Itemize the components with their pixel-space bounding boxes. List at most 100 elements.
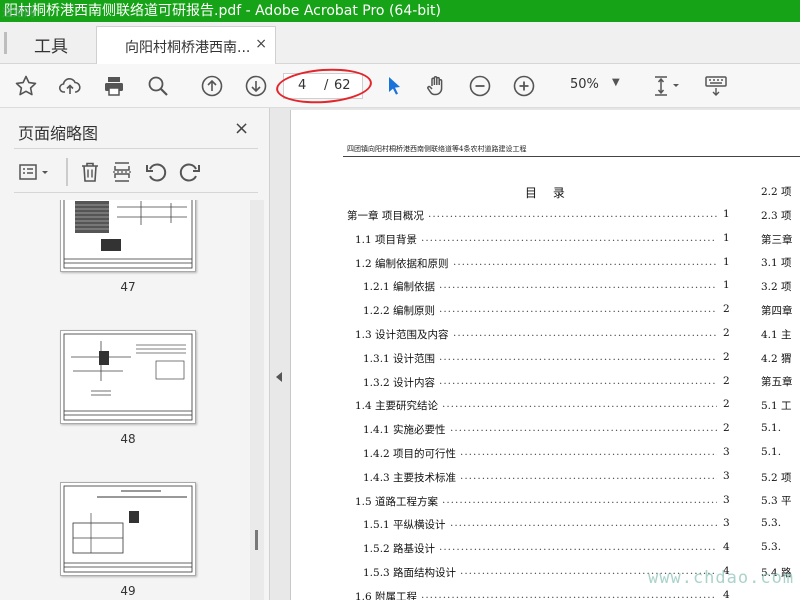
toc-entry[interactable]: 1.6 附属工程................................… [291,589,800,600]
toc-right-column-entry: 3.2 项 [761,281,792,294]
toc-entry[interactable]: 第一章 项目概况................................… [291,208,800,224]
toc-right-column-entry: 4.1 主 [761,328,792,341]
toc-entry[interactable]: 1.1 项目背景................................… [291,232,800,248]
toc-right-column-entry: 2.3 项 [761,209,792,222]
toc-entry-page: 2 [723,374,730,387]
thumbnail-label: 48 [120,432,136,446]
toc-leader-dots: ........................................… [450,517,717,530]
toc-entry-text: 1.3.1 设计范围 [363,352,436,365]
toc-entry-page: 2 [723,350,730,363]
toc-entry[interactable]: 1.5.2 路基设计..............................… [291,541,800,557]
toc-leader-dots: ........................................… [439,374,717,387]
toc-leader-dots: ........................................… [460,469,717,482]
toc-right-column-entry: 5.1 工 [761,400,792,413]
toc-entry-page: 3 [723,446,730,458]
panel-close-icon[interactable]: × [234,118,249,139]
panel-title: 页面缩略图 [18,124,99,143]
running-header: 四团镇向阳村桐桥港西南侧联络道等4条农村道路建设工程 [347,145,527,153]
toc-entry-page: 2 [723,327,730,339]
toc-right-column-entry: 第四章 [761,305,793,317]
fit-page-icon[interactable] [648,72,684,100]
options-menu-icon[interactable] [18,160,54,184]
select-cursor-icon[interactable] [380,72,408,100]
page-number-field[interactable]: 4 / 62 [283,73,363,99]
toc-entry-text: 1.6 附属工程 [355,590,418,600]
rotate-cw-icon[interactable] [178,160,202,184]
window-title: 阳村桐桥港西南侧联络道可研报告.pdf - Adobe Acrobat Pro … [4,3,442,19]
toc-entry[interactable]: 1.4.3 主要技术标准............................… [291,470,800,486]
rotate-ccw-icon[interactable] [144,160,168,184]
divider [66,158,68,186]
toc-right-column-entry: 3.1 项 [761,257,792,270]
thumbnail-scrollbar[interactable] [250,200,264,600]
toc-leader-dots: ........................................… [421,588,717,600]
chevron-down-icon: ▼ [612,77,620,88]
toc-leader-dots: ........................................… [453,255,717,268]
toc-entry[interactable]: 1.3.2 设计内容..............................… [291,375,800,391]
printer-icon[interactable] [100,72,128,100]
toc-entry-page: 1 [723,231,730,244]
chevron-left-icon [276,372,282,382]
scrollbar-thumb[interactable] [255,530,258,550]
tab-close-icon[interactable]: × [255,36,267,52]
page-thumbnail[interactable] [60,330,196,424]
toc-entry[interactable]: 1.3.1 设计范围..............................… [291,351,800,367]
toc-entry[interactable]: 1.2.1 编制依据..............................… [291,279,800,295]
toc-leader-dots: ........................................… [453,327,717,339]
toc-entry-text: 1.1 项目背景 [355,233,418,246]
toc-leader-dots: ........................................… [439,350,717,363]
toc-entry-page: 4 [723,588,730,600]
toc-entry-page: 2 [723,303,730,316]
thumbnails-panel: 页面缩略图 × 47 48 49 [0,108,270,600]
page-thumbnail[interactable] [60,200,196,272]
extract-pages-icon[interactable] [110,160,134,184]
star-icon[interactable] [12,72,40,100]
toc-entry[interactable]: 1.3 设计范围及内容.............................… [291,327,800,343]
page-up-icon[interactable] [198,72,226,100]
tab-bar: 工具 向阳村桐桥港西南... × [0,22,800,64]
main-toolbar: 4 / 62 50% ▼ [0,64,800,108]
document-view[interactable]: 四团镇向阳村桐桥港西南侧联络道等4条农村道路建设工程 目 录 第一章 项目概况.… [290,108,800,600]
tab-tools[interactable]: 工具 [0,22,96,64]
toc-entry-text: 1.3.2 设计内容 [363,376,436,389]
zoom-select[interactable]: 50% ▼ [556,74,626,98]
zoom-in-icon[interactable] [510,72,538,100]
page-thumbnail[interactable] [60,482,196,576]
trash-icon[interactable] [78,160,102,184]
zoom-out-icon[interactable] [466,72,494,100]
toc-entry[interactable]: 1.5 道路工程方案..............................… [291,494,800,510]
toc-entry[interactable]: 1.2.2 编制原则..............................… [291,303,800,319]
toc-right-column-entry: 5.1. [761,422,782,434]
toc-leader-dots: ........................................… [450,422,717,435]
toc-entry-page: 4 [723,541,730,554]
window-title-bar: 阳村桐桥港西南侧联络道可研报告.pdf - Adobe Acrobat Pro … [0,0,800,22]
keyboard-icon[interactable] [702,72,730,100]
toc-entry[interactable]: 1.4.2 项目的可行性............................… [291,446,800,462]
toc-leader-dots: ........................................… [460,446,717,458]
header-rule [343,156,800,157]
tab-document[interactable]: 向阳村桐桥港西南... × [96,26,276,64]
toc-right-column-entry: 4.2 猬 [761,352,792,365]
toc-entry-page: 1 [723,279,730,292]
toc-leader-dots: ........................................… [439,279,717,292]
toc-entry[interactable]: 1.5.1 平纵横设计.............................… [291,517,800,533]
toc-entry-text: 1.4 主要研究结论 [355,400,439,413]
toc-entry-text: 1.4.3 主要技术标准 [363,471,457,484]
toc-right-column-entry: 2.2 项 [761,186,792,198]
toc-leader-dots: ........................................… [442,398,717,411]
search-icon[interactable] [144,72,172,100]
toc-entry-text: 1.5.2 路基设计 [363,543,436,556]
panel-collapse-handle[interactable] [270,108,290,600]
toc-entry-page: 2 [723,398,730,411]
tab-divider [4,32,7,54]
toc-entry[interactable]: 1.2 编制依据和原则.............................… [291,256,800,272]
hand-tool-icon[interactable] [422,72,450,100]
toc-entry-text: 1.2 编制依据和原则 [355,257,449,270]
cloud-upload-icon[interactable] [56,72,84,100]
page-current[interactable]: 4 [298,78,306,93]
divider [14,192,258,193]
toc-entry[interactable]: 1.4 主要研究结论..............................… [291,398,800,414]
toc-entry-text: 1.5.3 路面结构设计 [363,567,457,579]
page-down-icon[interactable] [242,72,270,100]
toc-entry[interactable]: 1.4.1 实施必要性.............................… [291,422,800,438]
